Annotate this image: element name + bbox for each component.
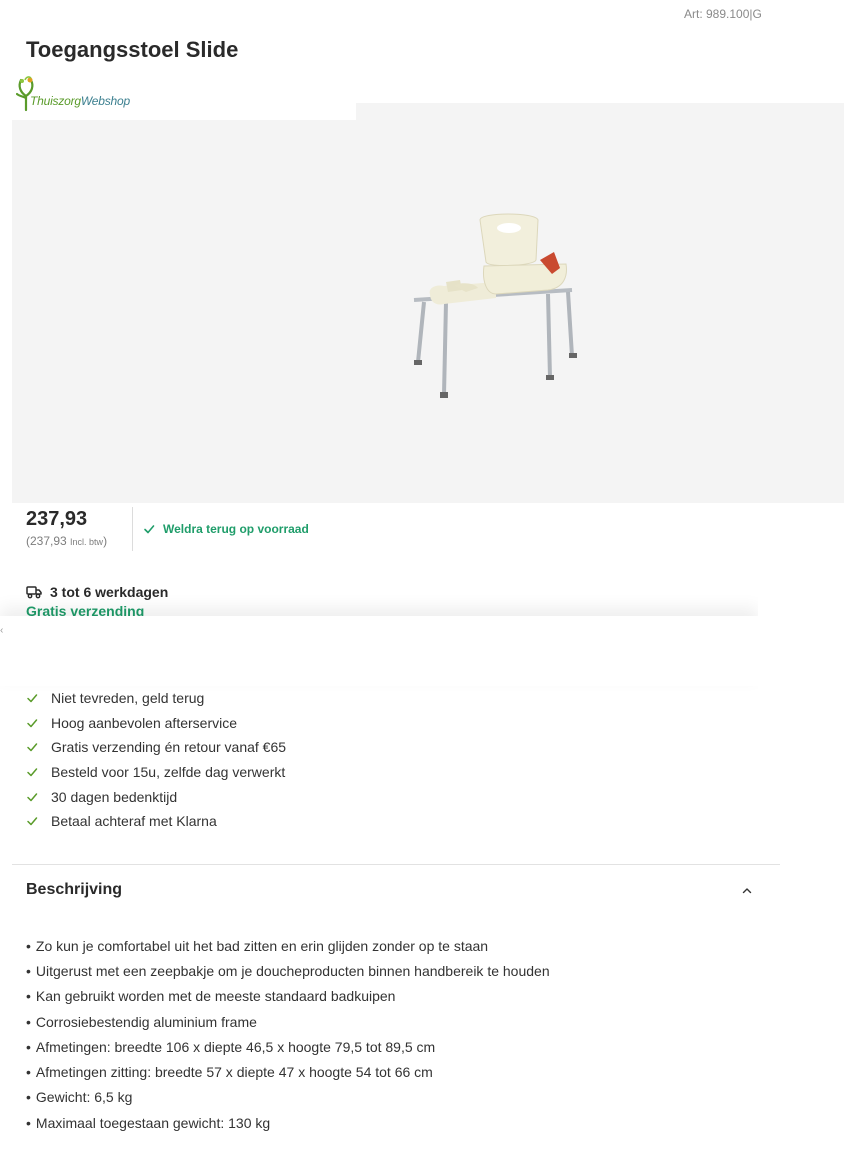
description-heading[interactable]: Beschrijving xyxy=(26,881,122,899)
description-text: Zo kun je comfortabel uit het bad zitten… xyxy=(35,937,489,954)
check-icon xyxy=(27,792,38,801)
check-icon xyxy=(27,768,38,777)
bullet: • xyxy=(26,1038,31,1055)
description-text: Corrosiebestendig aluminium frame xyxy=(35,1013,257,1030)
brand-name-part1: Thuiszorg xyxy=(30,94,81,108)
description-item: • Afmetingen zitting: breedte 57 x diepte… xyxy=(26,1059,550,1084)
description-text: Gewicht: 6,5 kg xyxy=(35,1089,133,1106)
sticky-add-to-cart-bar xyxy=(0,616,758,686)
check-icon xyxy=(27,694,38,703)
usp-text: Gratis verzending én retour vanaf €65 xyxy=(51,739,287,756)
check-icon xyxy=(144,525,155,534)
bullet: • xyxy=(26,1089,31,1106)
delivery-time: 3 tot 6 werkdagen xyxy=(26,584,168,600)
price-incl-close: ) xyxy=(103,534,108,548)
description-item: • Afmetingen: breedte 106 x diepte 46,5 x… xyxy=(26,1034,550,1059)
description-item: • Uitgerust met een zeepbakje om je douch… xyxy=(26,958,550,983)
description-item: • Maximaal toegestaan gewicht: 130 kg xyxy=(26,1110,550,1135)
product-price: 237,93 xyxy=(26,508,88,530)
price-block: 237,93 (237,93 Incl. btw) xyxy=(26,508,107,548)
section-divider xyxy=(12,864,780,865)
truck-icon xyxy=(26,586,42,599)
bullet: • xyxy=(26,962,31,979)
product-image[interactable] xyxy=(408,210,583,405)
description-text: Kan gebruikt worden met de meeste standa… xyxy=(35,988,396,1005)
description-text: Afmetingen: breedte 106 x diepte 46,5 x … xyxy=(35,1038,436,1055)
usp-text: 30 dagen bedenktijd xyxy=(51,788,178,805)
description-item: • Zo kun je comfortabel uit het bad zitte… xyxy=(26,933,550,958)
price-divider xyxy=(132,507,133,551)
bullet: • xyxy=(26,1114,31,1131)
price-incl-vat: (237,93 Incl. btw) xyxy=(26,534,107,548)
brand-wordmark: ThuiszorgWebshop xyxy=(30,94,130,108)
usp-item: Hoog aanbevolen afterservice xyxy=(26,711,286,736)
chevron-left-icon[interactable]: ‹ xyxy=(0,625,3,636)
bullet: • xyxy=(26,1013,31,1030)
price-incl-value: (237,93 xyxy=(26,534,67,548)
description-item: • Gewicht: 6,5 kg xyxy=(26,1085,550,1110)
usp-item: Betaal achteraf met Klarna xyxy=(26,809,286,834)
description-text: Uitgerust met een zeepbakje om je douche… xyxy=(35,962,550,979)
usp-item: Besteld voor 15u, zelfde dag verwerkt xyxy=(26,760,286,785)
usp-text: Besteld voor 15u, zelfde dag verwerkt xyxy=(51,764,286,781)
bullet: • xyxy=(26,1064,31,1081)
usp-item: Gratis verzending én retour vanaf €65 xyxy=(26,735,286,760)
description-list: • Zo kun je comfortabel uit het bad zitte… xyxy=(26,933,550,1135)
bullet: • xyxy=(26,937,31,954)
description-item: • Kan gebruikt worden met de meeste stand… xyxy=(26,984,550,1009)
usp-list: Niet tevreden, geld terug Hoog aanbevole… xyxy=(26,686,286,834)
check-icon xyxy=(27,743,38,752)
description-item: • Corrosiebestendig aluminium frame xyxy=(26,1009,550,1034)
description-text: Afmetingen zitting: breedte 57 x diepte … xyxy=(35,1064,433,1081)
price-incl-label: Incl. btw xyxy=(70,537,104,547)
usp-text: Hoog aanbevolen afterservice xyxy=(51,714,238,731)
check-icon xyxy=(27,719,38,728)
usp-item: 30 dagen bedenktijd xyxy=(26,784,286,809)
chevron-up-icon[interactable] xyxy=(738,881,756,899)
product-title: Toegangsstoel Slide xyxy=(26,37,239,62)
brand-name-part2: Webshop xyxy=(80,94,130,108)
usp-item: Niet tevreden, geld terug xyxy=(26,686,286,711)
delivery-time-text: 3 tot 6 werkdagen xyxy=(50,584,169,600)
sticky-bar-side xyxy=(758,503,844,693)
description-text: Maximaal toegestaan gewicht: 130 kg xyxy=(35,1114,271,1131)
stock-status-text: Weldra terug op voorraad xyxy=(163,522,309,536)
usp-text: Niet tevreden, geld terug xyxy=(51,690,205,707)
article-number: Art: 989.100|G xyxy=(684,7,762,21)
usp-text: Betaal achteraf met Klarna xyxy=(51,813,217,830)
bullet: • xyxy=(26,988,31,1005)
stock-status: Weldra terug op voorraad xyxy=(143,522,309,536)
check-icon xyxy=(27,817,38,826)
